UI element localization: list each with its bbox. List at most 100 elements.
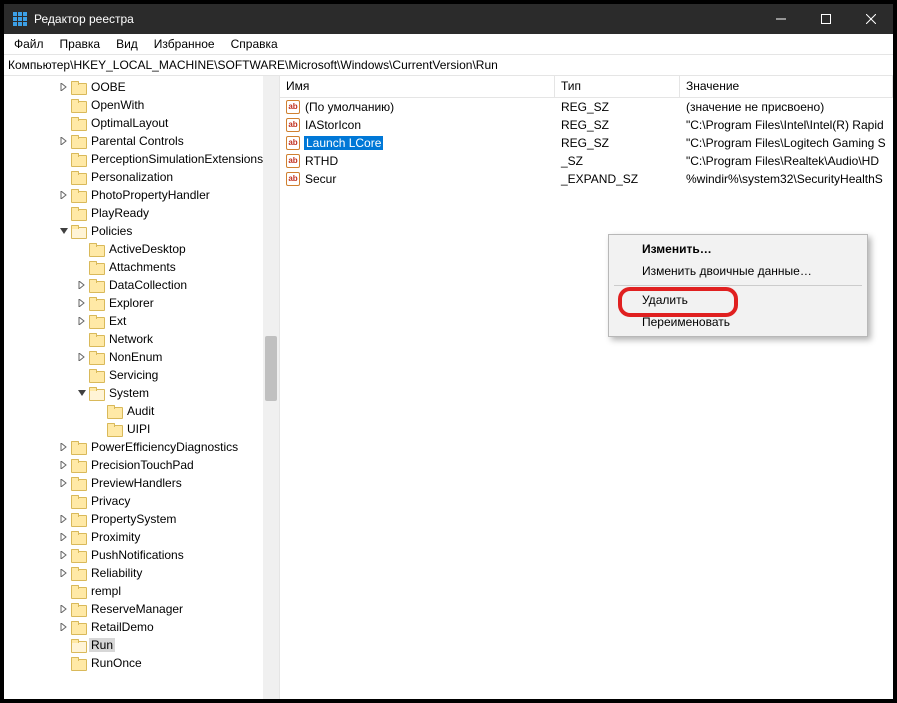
tree-item[interactable]: PrecisionTouchPad [4,456,279,474]
chevron-down-icon[interactable] [58,225,70,237]
col-name[interactable]: Имя [280,76,555,97]
col-type[interactable]: Тип [555,76,680,97]
tree-item[interactable]: rempl [4,582,279,600]
tree-item[interactable]: Ext [4,312,279,330]
ctx-edit[interactable]: Изменить… [612,238,864,260]
tree-item[interactable]: UIPI [4,420,279,438]
tree-item-label: ReserveManager [89,602,185,616]
folder-icon [88,261,104,274]
ctx-delete[interactable]: Удалить [612,289,864,311]
tree-item[interactable]: PhotoPropertyHandler [4,186,279,204]
menu-file[interactable]: Файл [6,35,52,53]
tree-item[interactable]: Parental Controls [4,132,279,150]
folder-icon [70,657,86,670]
folder-icon [70,549,86,562]
tree-item[interactable]: Explorer [4,294,279,312]
chevron-right-icon[interactable] [76,279,88,291]
menu-view[interactable]: Вид [108,35,146,53]
tree-item-label: Run [89,638,115,652]
chevron-right-icon[interactable] [76,297,88,309]
list-row[interactable]: abSecur_EXPAND_SZ%windir%\system32\Secur… [280,170,893,188]
tree-item[interactable]: PlayReady [4,204,279,222]
expander-none [76,333,88,345]
chevron-right-icon[interactable] [58,603,70,615]
tree-item[interactable]: OptimalLayout [4,114,279,132]
tree-item[interactable]: RunOnce [4,654,279,672]
chevron-right-icon[interactable] [58,135,70,147]
chevron-down-icon[interactable] [76,387,88,399]
tree-item[interactable]: Reliability [4,564,279,582]
menu-edit[interactable]: Правка [52,35,109,53]
col-value[interactable]: Значение [680,76,893,97]
tree-item[interactable]: ReserveManager [4,600,279,618]
folder-icon [70,639,86,652]
folder-icon [70,135,86,148]
tree-item-label: Attachments [107,260,178,274]
minimize-button[interactable] [758,4,803,34]
tree-item[interactable]: Personalization [4,168,279,186]
tree-item[interactable]: PowerEfficiencyDiagnostics [4,438,279,456]
ctx-separator [614,285,862,286]
tree-item[interactable]: Policies [4,222,279,240]
chevron-right-icon[interactable] [58,189,70,201]
close-button[interactable] [848,4,893,34]
chevron-right-icon[interactable] [58,621,70,633]
tree-item[interactable]: Servicing [4,366,279,384]
ctx-edit-binary[interactable]: Изменить двоичные данные… [612,260,864,282]
list-row[interactable]: abRTHD_SZ"C:\Program Files\Realtek\Audio… [280,152,893,170]
chevron-right-icon[interactable] [58,531,70,543]
tree-item[interactable]: PropertySystem [4,510,279,528]
cell-type: REG_SZ [555,100,680,114]
folder-icon [106,423,122,436]
menu-favorites[interactable]: Избранное [146,35,223,53]
cell-name: ab(По умолчанию) [280,100,555,114]
chevron-right-icon[interactable] [58,567,70,579]
address-text: Компьютер\HKEY_LOCAL_MACHINE\SOFTWARE\Mi… [8,58,498,72]
chevron-right-icon[interactable] [58,459,70,471]
expander-none [76,369,88,381]
expander-none [58,207,70,219]
tree-item[interactable]: System [4,384,279,402]
expander-none [94,405,106,417]
tree-item[interactable]: RetailDemo [4,618,279,636]
chevron-right-icon[interactable] [58,549,70,561]
menu-help[interactable]: Справка [223,35,286,53]
tree-item[interactable]: PreviewHandlers [4,474,279,492]
tree-item[interactable]: PushNotifications [4,546,279,564]
tree-item[interactable]: OOBE [4,78,279,96]
tree-view[interactable]: OOBEOpenWithOptimalLayoutParental Contro… [4,76,280,699]
chevron-right-icon[interactable] [76,315,88,327]
tree-item[interactable]: OpenWith [4,96,279,114]
tree-item[interactable]: PerceptionSimulationExtensions [4,150,279,168]
list-row[interactable]: ab(По умолчанию)REG_SZ(значение не присв… [280,98,893,116]
chevron-right-icon[interactable] [76,351,88,363]
tree-item[interactable]: DataCollection [4,276,279,294]
maximize-button[interactable] [803,4,848,34]
tree-item[interactable]: Network [4,330,279,348]
cell-name: abLaunch LCore [280,136,555,150]
ctx-rename[interactable]: Переименовать [612,311,864,333]
expander-none [94,423,106,435]
scrollbar-thumb[interactable] [265,336,277,401]
list-view[interactable]: Имя Тип Значение ab(По умолчанию)REG_SZ(… [280,76,893,699]
chevron-right-icon[interactable] [58,441,70,453]
chevron-right-icon[interactable] [58,81,70,93]
tree-item[interactable]: Run [4,636,279,654]
address-bar[interactable]: Компьютер\HKEY_LOCAL_MACHINE\SOFTWARE\Mi… [4,55,893,76]
tree-item[interactable]: Attachments [4,258,279,276]
tree-item[interactable]: Privacy [4,492,279,510]
tree-item[interactable]: ActiveDesktop [4,240,279,258]
folder-icon [70,531,86,544]
tree-item-label: Network [107,332,155,346]
tree-item[interactable]: NonEnum [4,348,279,366]
chevron-right-icon[interactable] [58,477,70,489]
tree-item-label: rempl [89,584,123,598]
tree-item[interactable]: Proximity [4,528,279,546]
cell-value: "C:\Program Files\Realtek\Audio\HD [680,154,893,168]
chevron-right-icon[interactable] [58,513,70,525]
list-row[interactable]: abLaunch LCoreREG_SZ"C:\Program Files\Lo… [280,134,893,152]
tree-scrollbar[interactable] [263,76,279,699]
cell-name: abIAStorIcon [280,118,555,132]
list-row[interactable]: abIAStorIconREG_SZ"C:\Program Files\Inte… [280,116,893,134]
tree-item[interactable]: Audit [4,402,279,420]
